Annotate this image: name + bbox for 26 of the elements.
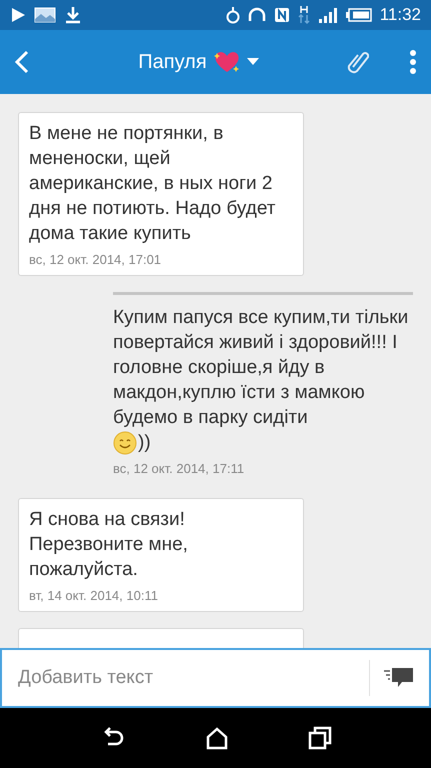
recent-apps-button[interactable]	[308, 726, 332, 750]
message-text: В мене не портянки, в мененоски, щей американские, в ных ноги 2 дня не потиють. Надо будет дома такие купить	[29, 122, 277, 246]
play-icon	[10, 7, 26, 23]
battery-icon	[346, 8, 372, 22]
message-time: вт, 14 окт. 2014, 10:11	[29, 588, 159, 603]
paperclip-icon[interactable]	[347, 49, 369, 75]
message-text: ))	[138, 431, 151, 455]
message-text: Я снова на связи! Перезвоните мне, пожалуйста.	[29, 508, 189, 582]
signal-icon	[318, 6, 338, 24]
message-time: вс, 12 окт. 2014, 17:01	[29, 252, 162, 267]
nfc-icon	[274, 7, 290, 23]
home-button[interactable]	[204, 726, 228, 750]
download-icon	[64, 6, 82, 24]
data-arrows-icon	[298, 5, 310, 25]
contact-name[interactable]: Папуля	[138, 50, 207, 74]
image-icon	[34, 7, 56, 23]
alarm-icon	[226, 6, 240, 24]
message-text: Купим папуся все купим,ти тільки повертайся живий і здоровий!!! І головне скоріше,я йду в макдон,куплю їсти з мамкою будемо в парку сидіти	[113, 306, 409, 430]
dropdown-arrow-icon[interactable]	[246, 58, 259, 66]
smiley-icon	[113, 430, 137, 454]
sparkling-heart-icon	[212, 50, 241, 74]
headphones-icon	[248, 7, 266, 23]
status-time: 11:32	[380, 5, 421, 25]
more-options-icon[interactable]	[409, 49, 417, 75]
message-time: вс, 12 окт. 2014, 17:11	[113, 461, 246, 476]
back-button[interactable]	[14, 50, 30, 74]
